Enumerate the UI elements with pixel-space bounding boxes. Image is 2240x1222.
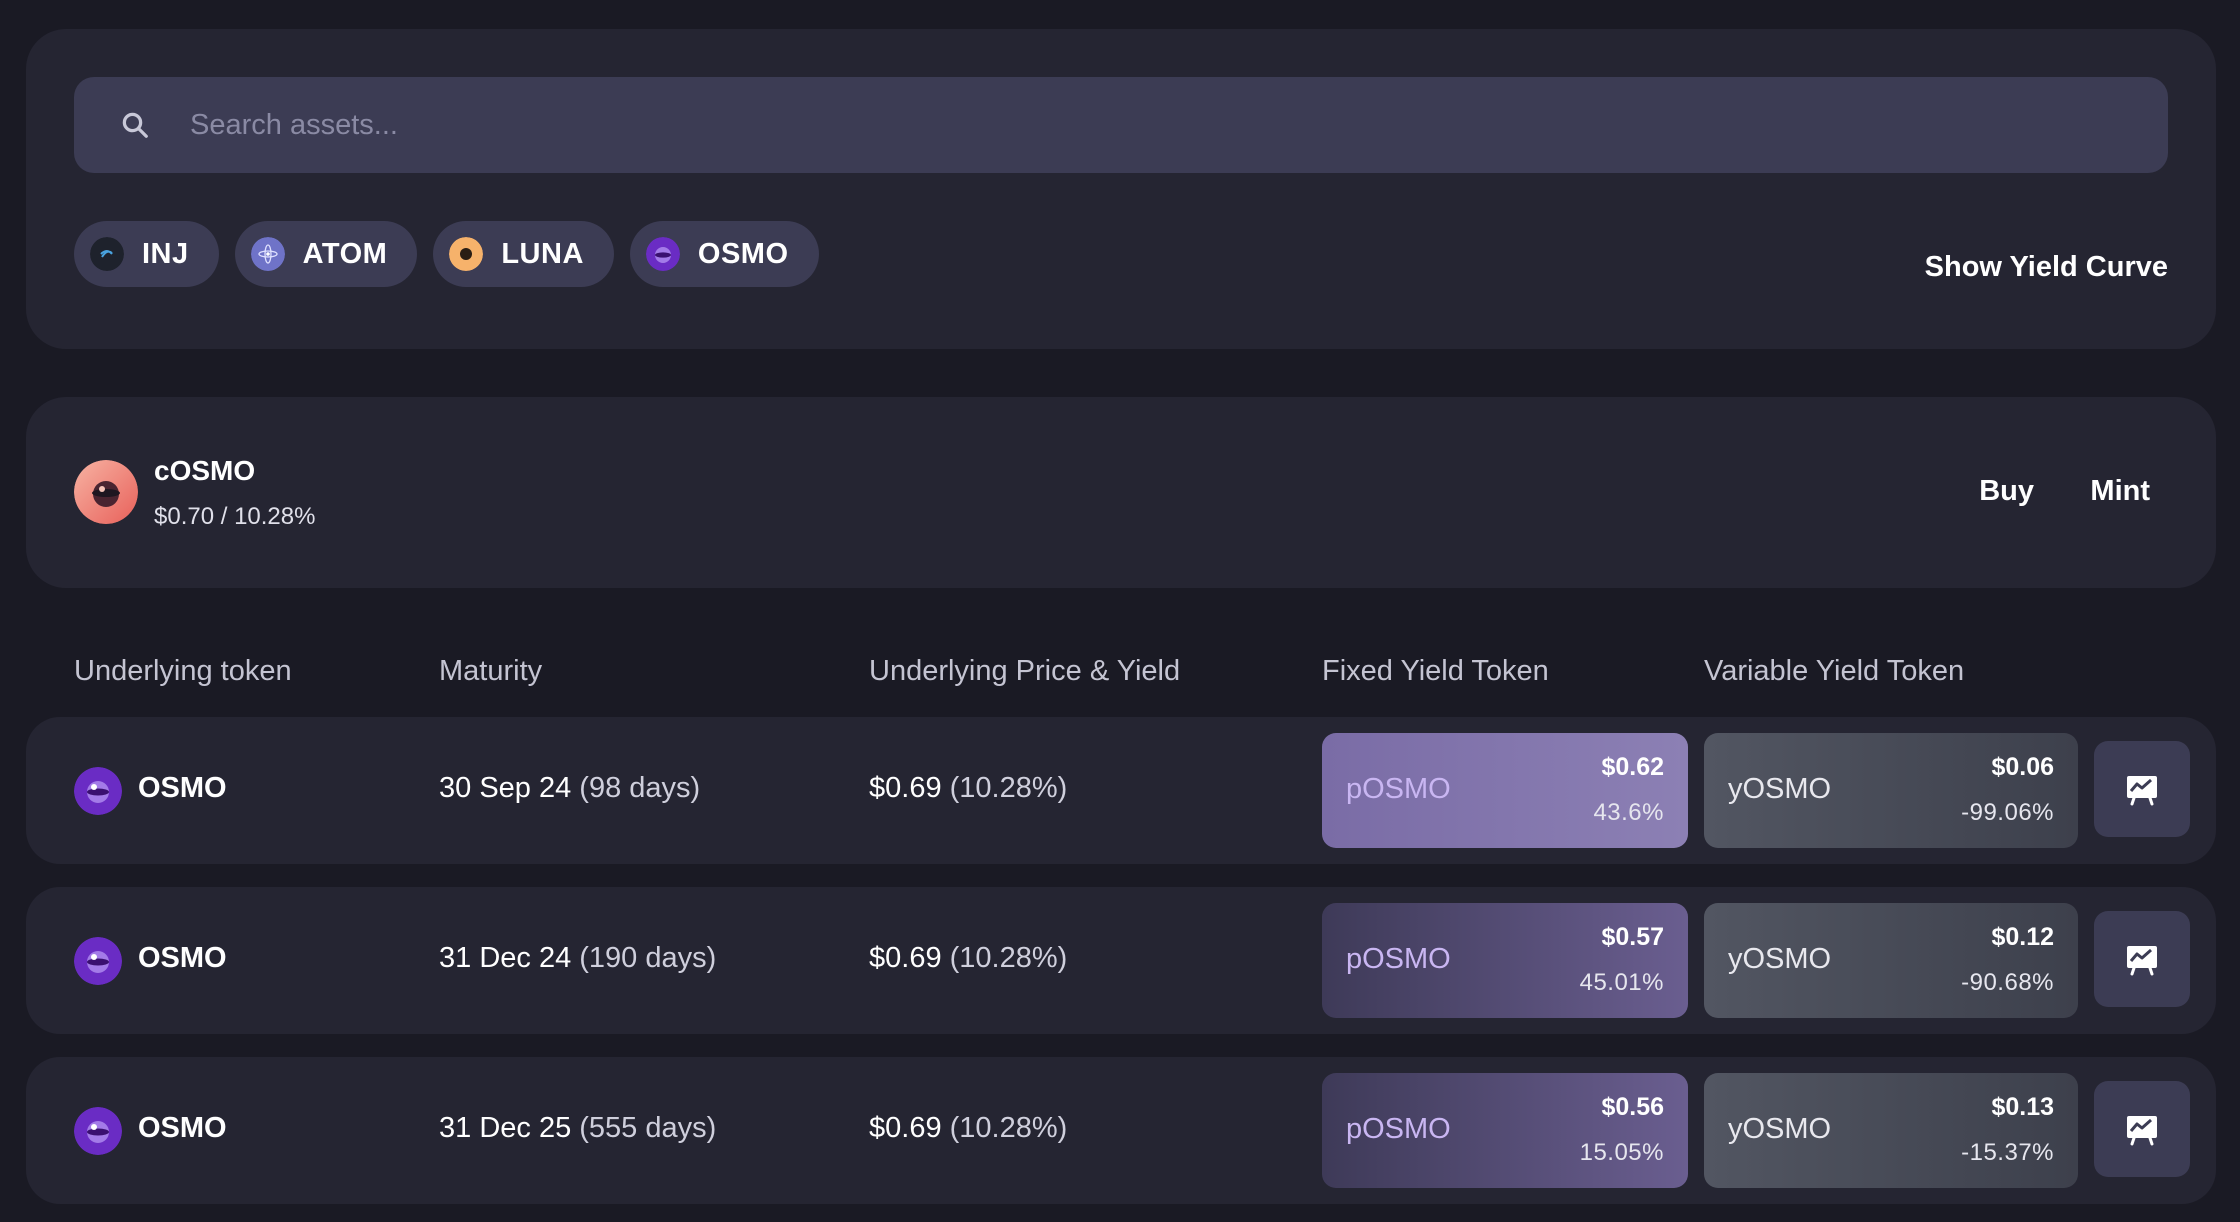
chip-label: INJ: [142, 237, 189, 270]
osmo-token-icon: [74, 1107, 122, 1155]
fixed-yield-token-card[interactable]: pOSMO $0.56 15.05%: [1322, 1073, 1688, 1188]
maturity-days: (98 days): [579, 772, 701, 804]
fixed-token-name: pOSMO: [1346, 773, 1451, 805]
chip-label: LUNA: [501, 237, 584, 270]
fixed-yield-token-card[interactable]: pOSMO $0.57 45.01%: [1322, 903, 1688, 1018]
variable-token-pct: -15.37%: [1961, 1139, 2054, 1166]
table-header: Underlying token Maturity Underlying Pri…: [0, 655, 2240, 695]
maturity-days: (555 days): [579, 1112, 717, 1144]
chip-label: OSMO: [697, 237, 789, 270]
underlying-yield: (10.28%): [949, 1112, 1068, 1144]
chart-icon: [2127, 1116, 2157, 1146]
chart-button[interactable]: [2094, 741, 2190, 837]
mint-button[interactable]: Mint: [2090, 475, 2150, 508]
variable-token-price: $0.13: [1991, 1093, 2054, 1121]
underlying-yield: (10.28%): [949, 772, 1068, 804]
fixed-token-pct: 15.05%: [1579, 1139, 1664, 1166]
table-row: OSMO 31 Dec 24 (190 days) $0.69 (10.28%)…: [26, 887, 2216, 1034]
fixed-token-name: pOSMO: [1346, 1113, 1451, 1145]
variable-token-pct: -90.68%: [1961, 969, 2054, 996]
asset-name: cOSMO: [154, 455, 256, 486]
chip-inj[interactable]: INJ: [74, 221, 219, 287]
variable-yield-token-card[interactable]: yOSMO $0.13 -15.37%: [1704, 1073, 2078, 1188]
chip-atom[interactable]: ATOM: [234, 221, 418, 287]
atom-token-icon: [250, 237, 285, 271]
show-yield-curve-button[interactable]: Show Yield Curve: [1925, 251, 2168, 284]
header-underlying-token: Underlying token: [74, 655, 292, 687]
luna-token-icon: [449, 237, 484, 271]
maturity-cell: 30 Sep 24 (98 days): [439, 772, 700, 805]
osmo-token-icon: [74, 767, 122, 815]
chip-osmo[interactable]: OSMO: [629, 221, 819, 287]
search-input[interactable]: [190, 77, 2168, 173]
fixed-token-price: $0.56: [1601, 1093, 1664, 1121]
underlying-token-name: OSMO: [138, 942, 227, 974]
variable-token-name: yOSMO: [1728, 943, 1832, 975]
header-maturity: Maturity: [439, 655, 543, 687]
token-filter-chips: INJ ATOM LUNA OSMO: [74, 221, 819, 287]
osmo-token-icon: [645, 237, 680, 271]
variable-token-pct: -99.06%: [1961, 799, 2054, 826]
maturity-date: 31 Dec 24: [439, 942, 572, 974]
search-box[interactable]: [74, 77, 2168, 173]
chart-icon: [2127, 776, 2157, 806]
fixed-yield-token-card[interactable]: pOSMO $0.62 43.6%: [1322, 733, 1688, 848]
maturity-cell: 31 Dec 25 (555 days): [439, 1112, 716, 1145]
underlying-token-name: OSMO: [138, 772, 227, 804]
variable-yield-token-card[interactable]: yOSMO $0.06 -99.06%: [1704, 733, 2078, 848]
inj-token-icon: [90, 237, 124, 271]
underlying-yield: (10.28%): [949, 942, 1068, 974]
fixed-token-price: $0.57: [1601, 923, 1664, 951]
variable-token-name: yOSMO: [1728, 1113, 1832, 1145]
maturity-days: (190 days): [579, 942, 717, 974]
fixed-token-price: $0.62: [1601, 753, 1664, 781]
header-price-yield: Underlying Price & Yield: [869, 655, 1181, 687]
table-row: OSMO 31 Dec 25 (555 days) $0.69 (10.28%)…: [26, 1057, 2216, 1204]
variable-token-name: yOSMO: [1728, 773, 1832, 805]
variable-token-price: $0.12: [1991, 923, 2054, 951]
cosmo-token-icon: [74, 460, 138, 524]
buy-button[interactable]: Buy: [1979, 475, 2034, 508]
chip-luna[interactable]: LUNA: [433, 221, 614, 287]
header-variable-yield-token: Variable Yield Token: [1704, 655, 1965, 687]
fixed-token-pct: 45.01%: [1579, 969, 1664, 996]
underlying-price-yield: $0.69 (10.28%): [869, 772, 1067, 805]
chart-button[interactable]: [2094, 1081, 2190, 1177]
variable-yield-token-card[interactable]: yOSMO $0.12 -90.68%: [1704, 903, 2078, 1018]
chip-label: ATOM: [302, 237, 388, 270]
search-icon: [122, 112, 148, 138]
header-fixed-yield-token: Fixed Yield Token: [1322, 655, 1549, 687]
underlying-price: $0.69: [869, 942, 942, 974]
osmo-token-icon: [74, 937, 122, 985]
chart-button[interactable]: [2094, 911, 2190, 1007]
search-panel: INJ ATOM LUNA OSMO: [26, 29, 2216, 349]
maturity-cell: 31 Dec 24 (190 days): [439, 942, 716, 975]
fixed-token-name: pOSMO: [1346, 943, 1451, 975]
asset-price-yield: $0.70 / 10.28%: [154, 503, 316, 530]
underlying-price: $0.69: [869, 1112, 942, 1144]
table-row: OSMO 30 Sep 24 (98 days) $0.69 (10.28%) …: [26, 717, 2216, 864]
underlying-token-name: OSMO: [138, 1112, 227, 1144]
chart-icon: [2127, 946, 2157, 976]
underlying-price-yield: $0.69 (10.28%): [869, 1112, 1067, 1145]
maturity-date: 31 Dec 25: [439, 1112, 572, 1144]
asset-summary-panel: cOSMO $0.70 / 10.28% Buy Mint: [26, 397, 2216, 588]
underlying-price-yield: $0.69 (10.28%): [869, 942, 1067, 975]
maturity-date: 30 Sep 24: [439, 772, 572, 804]
fixed-token-pct: 43.6%: [1593, 799, 1664, 826]
underlying-price: $0.69: [869, 772, 942, 804]
variable-token-price: $0.06: [1991, 753, 2054, 781]
